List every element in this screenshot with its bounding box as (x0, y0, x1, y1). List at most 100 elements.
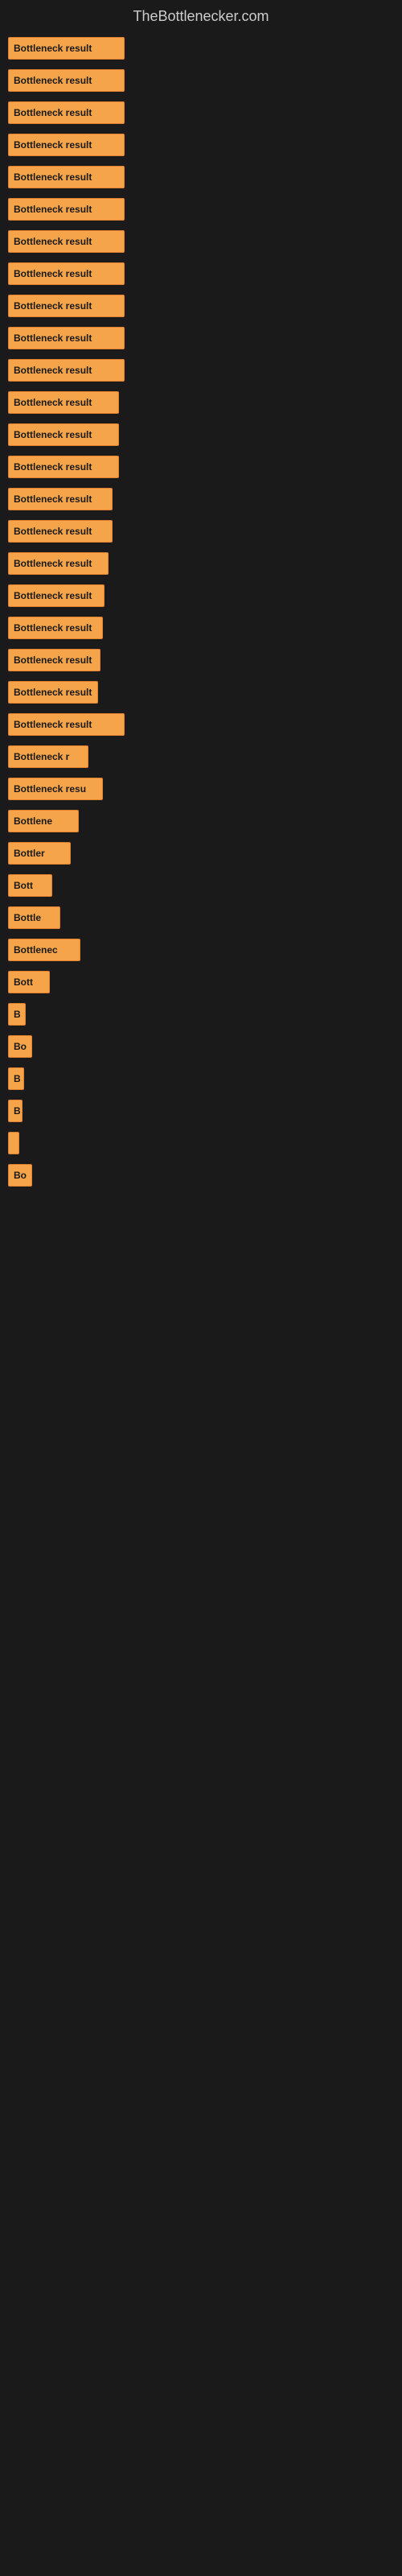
result-bar: Bottleneck result (8, 552, 109, 575)
result-bar: Bottler (8, 842, 71, 865)
result-bar: Bottleneck resu (8, 778, 103, 800)
result-bar: Bottleneck result (8, 713, 125, 736)
bar-label: Bottleneck result (14, 397, 92, 408)
bar-row: Bo (8, 1164, 394, 1187)
result-bar: Bottleneck result (8, 262, 125, 285)
bar-label: Bottlenec (14, 944, 58, 956)
bar-row: Bottleneck result (8, 584, 394, 607)
bar-row: Bottleneck result (8, 520, 394, 543)
bar-label: Bo (14, 1170, 27, 1181)
result-bar: Bott (8, 971, 50, 993)
result-bar: B (8, 1067, 24, 1090)
result-bar: Bottleneck result (8, 423, 119, 446)
bar-row: Bottle (8, 906, 394, 929)
bar-row: Bottleneck result (8, 198, 394, 221)
bar-label: B (14, 1105, 21, 1117)
bar-row: Bottleneck result (8, 134, 394, 156)
result-bar: Bottleneck result (8, 69, 125, 92)
bar-row: Bottleneck result (8, 681, 394, 704)
bar-row: Bottleneck result (8, 488, 394, 510)
bar-row: Bottleneck result (8, 37, 394, 60)
bar-label: Bottleneck r (14, 751, 69, 762)
bar-label: Bottleneck result (14, 590, 92, 601)
bar-label: Bottleneck result (14, 171, 92, 183)
bar-label: Bottleneck result (14, 300, 92, 312)
bar-label: Bottleneck resu (14, 783, 86, 795)
bar-row: Bottleneck result (8, 456, 394, 478)
bar-label: Bottleneck result (14, 236, 92, 247)
result-bar: Bottleneck result (8, 295, 125, 317)
result-bar: Bottleneck result (8, 101, 125, 124)
bar-chart: Bottleneck result Bottleneck result Bottle… (0, 37, 402, 1196)
result-bar (8, 1132, 19, 1154)
bar-label: Bottleneck result (14, 429, 92, 440)
bar-label: Bottleneck result (14, 654, 92, 666)
bar-label: Bottleneck result (14, 526, 92, 537)
bar-row: B (8, 1003, 394, 1026)
bar-label: Bottleneck result (14, 107, 92, 118)
bar-row: Bottleneck result (8, 262, 394, 285)
bar-label: Bottleneck result (14, 558, 92, 569)
bar-row: Bottleneck result (8, 327, 394, 349)
bar-label: Bottleneck result (14, 268, 92, 279)
bar-row: Bottleneck result (8, 713, 394, 736)
bar-row: Bottleneck result (8, 649, 394, 671)
bar-label: Bottleneck result (14, 365, 92, 376)
bar-row: Bottlene (8, 810, 394, 832)
bar-row: Bottleneck result (8, 295, 394, 317)
result-bar: Bottleneck result (8, 134, 125, 156)
bar-row: Bottlenec (8, 939, 394, 961)
bar-label: Bottleneck result (14, 139, 92, 151)
bar-row: Bottleneck result (8, 617, 394, 639)
bar-row: Bottleneck result (8, 69, 394, 92)
bar-label: Bottleneck result (14, 75, 92, 86)
bar-label: Bottleneck result (14, 493, 92, 505)
bar-label: B (14, 1073, 21, 1084)
site-title: TheBottlenecker.com (0, 0, 402, 37)
result-bar: Bottleneck result (8, 649, 100, 671)
bar-label: Bottleneck result (14, 687, 92, 698)
result-bar: Bottlene (8, 810, 79, 832)
bar-row: Bott (8, 874, 394, 897)
bar-label: Bottleneck result (14, 204, 92, 215)
result-bar: Bottleneck result (8, 391, 119, 414)
result-bar: Bottleneck result (8, 327, 125, 349)
bar-label: Bo (14, 1041, 27, 1052)
bar-label: Bottleneck result (14, 461, 92, 473)
bar-row (8, 1132, 394, 1154)
bar-label: Bottleneck result (14, 43, 92, 54)
result-bar: Bottleneck result (8, 488, 113, 510)
result-bar: Bott (8, 874, 52, 897)
result-bar: Bottleneck result (8, 166, 125, 188)
bar-row: Bottleneck r (8, 745, 394, 768)
result-bar: B (8, 1100, 23, 1122)
bar-label: Bottleneck result (14, 332, 92, 344)
bar-row: B (8, 1100, 394, 1122)
bar-row: Bottleneck result (8, 423, 394, 446)
bar-row: B (8, 1067, 394, 1090)
bar-label: B (14, 1009, 21, 1020)
result-bar: Bottleneck result (8, 37, 125, 60)
bar-row: Bottleneck result (8, 391, 394, 414)
bar-row: Bott (8, 971, 394, 993)
bar-row: Bottleneck result (8, 359, 394, 382)
result-bar: B (8, 1003, 26, 1026)
bar-row: Bottleneck result (8, 230, 394, 253)
result-bar: Bottle (8, 906, 60, 929)
result-bar: Bottleneck r (8, 745, 88, 768)
bar-label: Bottle (14, 912, 41, 923)
result-bar: Bo (8, 1035, 32, 1058)
result-bar: Bo (8, 1164, 32, 1187)
result-bar: Bottleneck result (8, 681, 98, 704)
bar-label: Bottleneck result (14, 719, 92, 730)
bar-row: Bottler (8, 842, 394, 865)
result-bar: Bottlenec (8, 939, 80, 961)
bar-label: Bott (14, 880, 33, 891)
bar-label: Bottler (14, 848, 45, 859)
bar-label: Bott (14, 976, 33, 988)
result-bar: Bottleneck result (8, 520, 113, 543)
result-bar: Bottleneck result (8, 230, 125, 253)
bar-row: Bottleneck resu (8, 778, 394, 800)
bar-row: Bo (8, 1035, 394, 1058)
bar-label: Bottlene (14, 815, 52, 827)
